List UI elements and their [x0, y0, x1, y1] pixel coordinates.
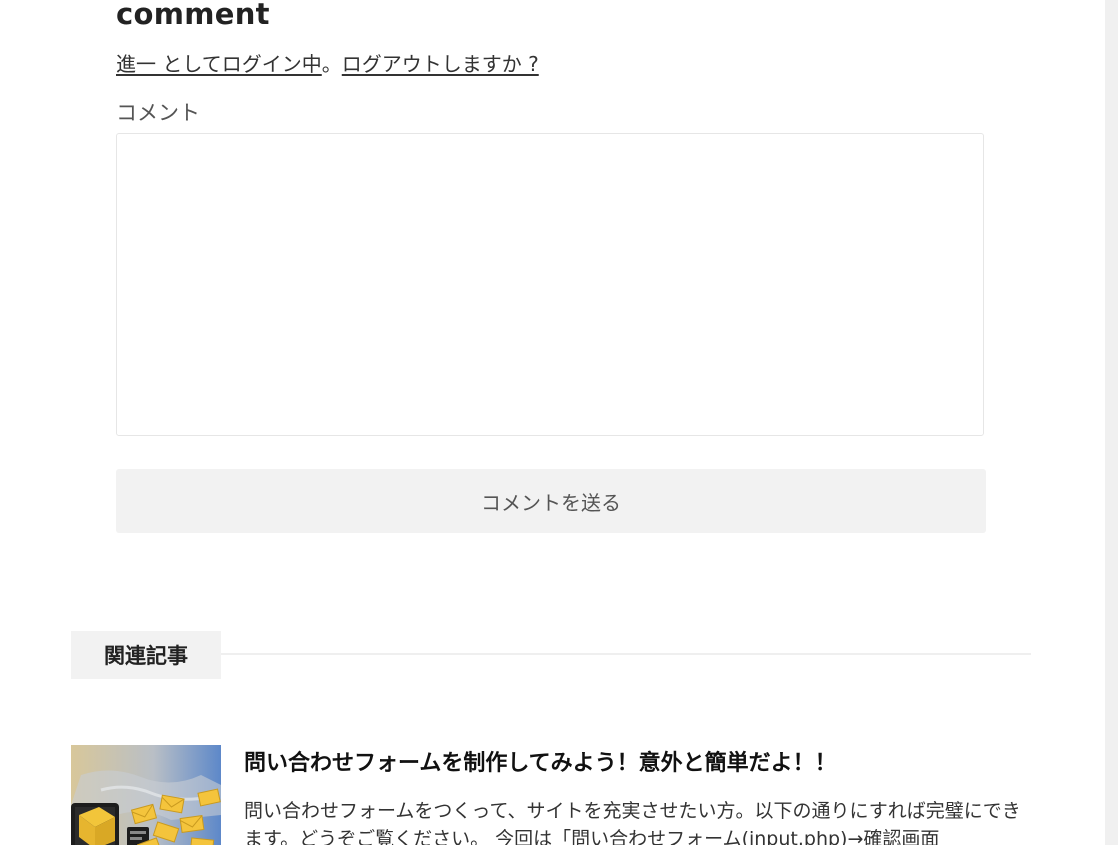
- related-posts-section: 関連記事 問い合わせフォームを制作してみよう！意外と簡単だよ！！ 問い合わせフォ…: [71, 631, 1031, 845]
- related-post-excerpt: 問い合わせフォームをつくって、サイトを充実させたい方。以下の通りにすれば完璧にで…: [244, 800, 1021, 845]
- heading-divider: [221, 653, 1031, 655]
- page: comment 進一 としてログイン中。ログアウトしますか ? コメント コメン…: [0, 0, 1118, 845]
- comment-heading: comment: [116, 0, 270, 31]
- related-posts-heading: 関連記事: [71, 631, 1031, 679]
- logout-link[interactable]: ログアウトしますか ?: [342, 52, 539, 76]
- comment-textarea[interactable]: [116, 133, 984, 436]
- related-post-title[interactable]: 問い合わせフォームを制作してみよう！意外と簡単だよ！！: [244, 747, 837, 781]
- scrollbar-track[interactable]: [1105, 0, 1118, 845]
- thumbnail-image: [71, 745, 221, 845]
- submit-comment-button[interactable]: コメントを送る: [116, 469, 986, 533]
- related-post-card[interactable]: 問い合わせフォームを制作してみよう！意外と簡単だよ！！ 問い合わせフォームをつく…: [71, 745, 1031, 845]
- logged-in-notice: 進一 としてログイン中。ログアウトしますか ?: [116, 50, 539, 78]
- comment-label: コメント: [116, 101, 200, 125]
- logged-in-user-link[interactable]: 進一 としてログイン中: [116, 52, 322, 76]
- logged-in-separator: 。: [321, 52, 342, 76]
- related-posts-heading-label: 関連記事: [71, 631, 221, 679]
- mail-envelopes-thumbnail-icon[interactable]: [71, 745, 221, 845]
